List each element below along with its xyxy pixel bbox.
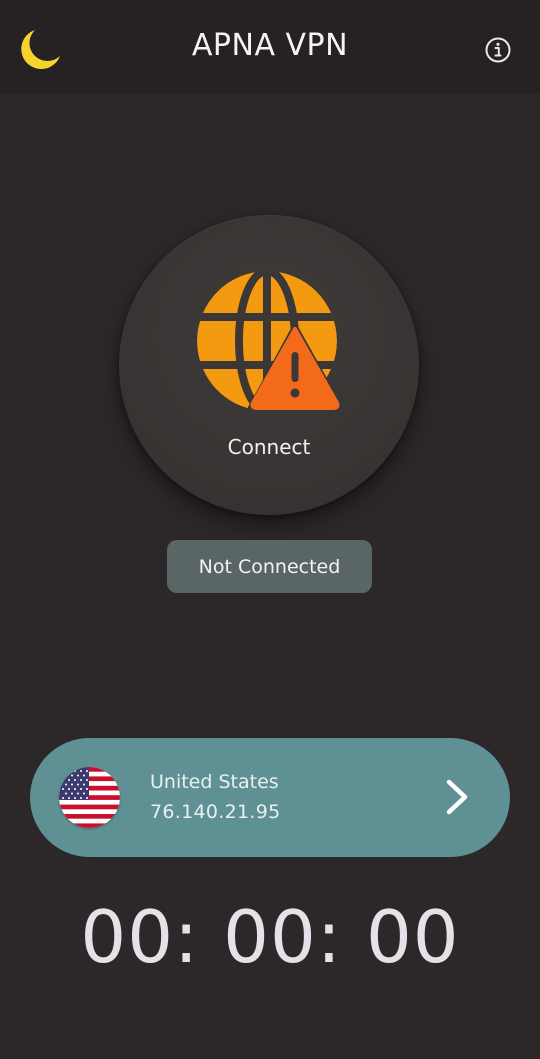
connect-label: Connect (227, 435, 311, 459)
status-text: Not Connected (198, 555, 341, 578)
app-bar: APNA VPN (0, 0, 540, 94)
chevron-right-icon (446, 779, 468, 815)
status-badge: Not Connected (167, 540, 372, 593)
server-selector[interactable]: United States 76.140.21.95 (30, 738, 510, 857)
connect-button[interactable]: Connect (119, 215, 419, 515)
app-title: APNA VPN (191, 28, 349, 63)
us-flag-icon (59, 767, 120, 828)
connection-timer: 00: 00: 00 (80, 895, 460, 979)
server-country: United States (150, 771, 279, 793)
server-ip: 76.140.21.95 (150, 801, 281, 823)
globe-warning-icon (197, 271, 343, 413)
info-icon[interactable] (482, 34, 514, 66)
